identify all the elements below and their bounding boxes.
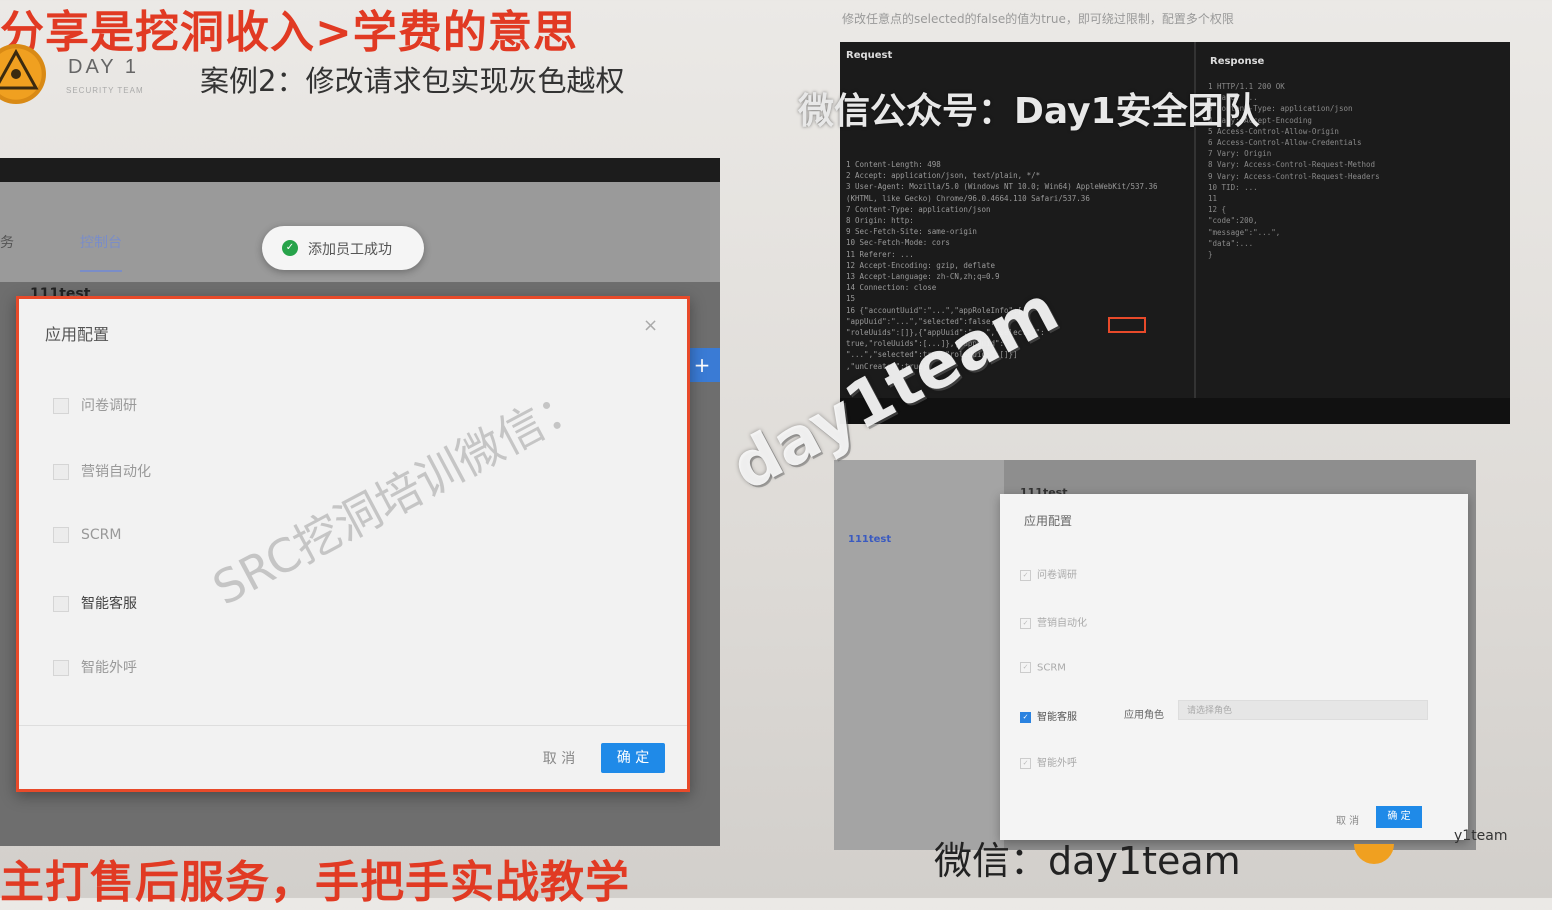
slide-bottom-title: 主打售后服务，手把手实战教学: [0, 857, 630, 908]
option-smart-outbound[interactable]: ✓ 智能外呼: [1020, 754, 1077, 769]
code-line: 11 Referer: ...: [846, 249, 914, 259]
instruction-note: 修改任意点的selected的false的值为true，即可绕过限制，配置多个权…: [842, 12, 1234, 26]
wechat-official-account-overlay: 微信公众号：Day1安全团队: [798, 91, 1260, 132]
role-label: 应用角色: [1124, 710, 1164, 721]
option-label: 智能客服: [1037, 712, 1077, 723]
nav-item[interactable]: 务: [0, 232, 14, 252]
code-line: 9 Sec-Fetch-Site: same-origin: [846, 227, 977, 237]
option-label: 问卷调研: [81, 398, 137, 414]
option-label: 营销自动化: [81, 464, 151, 480]
brand-name: DAY 1: [68, 56, 139, 78]
request-label: Request: [846, 50, 893, 61]
option-smart-service[interactable]: ✓ 智能客服: [1020, 708, 1077, 723]
code-line: 8 Origin: http:: [846, 216, 914, 225]
day1-logo: [0, 44, 46, 104]
code-line: 2 Accept: application/json, text/plain, …: [846, 171, 1041, 181]
left-topbar: [0, 158, 720, 182]
option-label: SCRM: [81, 527, 122, 543]
option-label: 智能外呼: [1037, 758, 1077, 769]
code-line: 14 Connection: close: [846, 283, 937, 293]
brand-subtitle: SECURITY TEAM: [66, 86, 144, 95]
checkbox[interactable]: [53, 596, 69, 612]
selected-value-highlight: [1108, 317, 1146, 333]
code-line: 10 Sec-Fetch-Mode: cors: [846, 238, 950, 248]
checkbox-checked[interactable]: ✓: [1020, 617, 1031, 629]
code-line: 12 Accept-Encoding: gzip, deflate: [846, 260, 996, 270]
checkbox-checked[interactable]: ✓: [1020, 711, 1031, 723]
checkbox[interactable]: [53, 464, 69, 480]
option-label: 营销自动化: [1037, 618, 1087, 629]
code-line: }: [1208, 250, 1213, 259]
team-caption: y1team: [1454, 828, 1508, 844]
code-line: 12 {: [1208, 205, 1227, 215]
option-scrm[interactable]: ✓ SCRM: [1020, 662, 1066, 674]
checkbox[interactable]: [53, 660, 69, 676]
response-label: Response: [1210, 56, 1265, 67]
code-line: 6 Access-Control-Allow-Credentials: [1208, 138, 1362, 147]
cancel-button[interactable]: 取 消: [1336, 812, 1359, 827]
option-label: 智能客服: [81, 596, 137, 612]
checkbox-checked[interactable]: ✓: [1020, 569, 1031, 581]
option-scrm[interactable]: SCRM: [53, 527, 121, 543]
dialog-title: 应用配置: [1024, 514, 1073, 528]
divider: [19, 725, 687, 726]
right-screenshot: 111test 111test 应用配置 ✓ 问卷调研 ✓ 营销自动化 ✓ SCRM …: [834, 460, 1476, 850]
code-line: 1 Content-Length: 498: [846, 160, 941, 169]
nav-item-console[interactable]: 控制台: [80, 232, 122, 272]
option-label: 智能外呼: [81, 660, 137, 676]
code-line: "data":...: [1208, 238, 1254, 248]
option-smart-outbound[interactable]: 智能外呼: [53, 657, 137, 677]
toast-text: 添加员工成功: [308, 242, 392, 258]
option-marketing-automation[interactable]: ✓ 营销自动化: [1020, 614, 1087, 629]
success-toast: ✓ 添加员工成功: [262, 226, 424, 270]
confirm-button[interactable]: 确 定: [601, 743, 665, 773]
role-select[interactable]: 请选择角色: [1178, 700, 1428, 720]
slide-top-title: 分享是挖洞收入>学费的意思: [0, 7, 578, 58]
checkbox[interactable]: [53, 398, 69, 414]
option-label: SCRM: [1037, 662, 1066, 674]
close-icon[interactable]: ×: [643, 315, 658, 336]
logo-fragment: [1354, 844, 1394, 864]
code-line: "code":200,: [1208, 216, 1258, 226]
option-survey[interactable]: 问卷调研: [53, 395, 137, 415]
sidebar: 111test: [834, 460, 1004, 850]
code-line: 13 Accept-Language: zh-CN,zh;q=0.9: [846, 272, 1000, 281]
code-line: 8 Vary: Access-Control-Request-Method: [1208, 160, 1376, 170]
option-survey[interactable]: ✓ 问卷调研: [1020, 566, 1077, 581]
checkbox[interactable]: [53, 527, 69, 543]
checkbox-checked[interactable]: ✓: [1020, 662, 1031, 673]
logo-triangle-icon: [0, 48, 39, 90]
code-line: 9 Vary: Access-Control-Request-Headers: [1208, 171, 1380, 181]
confirm-button[interactable]: 确 定: [1376, 806, 1422, 828]
wechat-id-caption: 微信：day1team: [934, 839, 1241, 883]
code-line: 10 TID: ...: [1208, 182, 1258, 192]
option-marketing-automation[interactable]: 营销自动化: [53, 461, 151, 481]
sidebar-item[interactable]: 111test: [848, 534, 891, 545]
code-line: (KHTML, like Gecko) Chrome/96.0.4664.110…: [846, 193, 1090, 203]
dialog-title: 应用配置: [45, 325, 110, 344]
case-title: 案例2：修改请求包实现灰色越权: [200, 64, 625, 98]
check-icon: ✓: [282, 240, 298, 256]
code-line: 3 User-Agent: Mozilla/5.0 (Windows NT 10…: [846, 182, 1158, 192]
code-line: 7 Content-Type: application/json: [846, 204, 991, 214]
option-label: 问卷调研: [1037, 570, 1077, 581]
code-line: 11: [1208, 194, 1218, 203]
code-line: "message":"...",: [1208, 227, 1281, 237]
cancel-button[interactable]: 取 消: [531, 745, 587, 773]
app-config-dialog-result: 应用配置 ✓ 问卷调研 ✓ 营销自动化 ✓ SCRM ✓ 智能客服 应用角色 请选择角色…: [1000, 494, 1468, 840]
code-line: 15: [846, 294, 856, 304]
left-header: 务 控制台 ✓ 添加员工成功: [0, 182, 720, 282]
code-line: 7 Vary: Origin: [1208, 149, 1272, 159]
option-smart-service[interactable]: 智能客服: [53, 593, 137, 613]
checkbox-checked[interactable]: ✓: [1020, 757, 1031, 769]
